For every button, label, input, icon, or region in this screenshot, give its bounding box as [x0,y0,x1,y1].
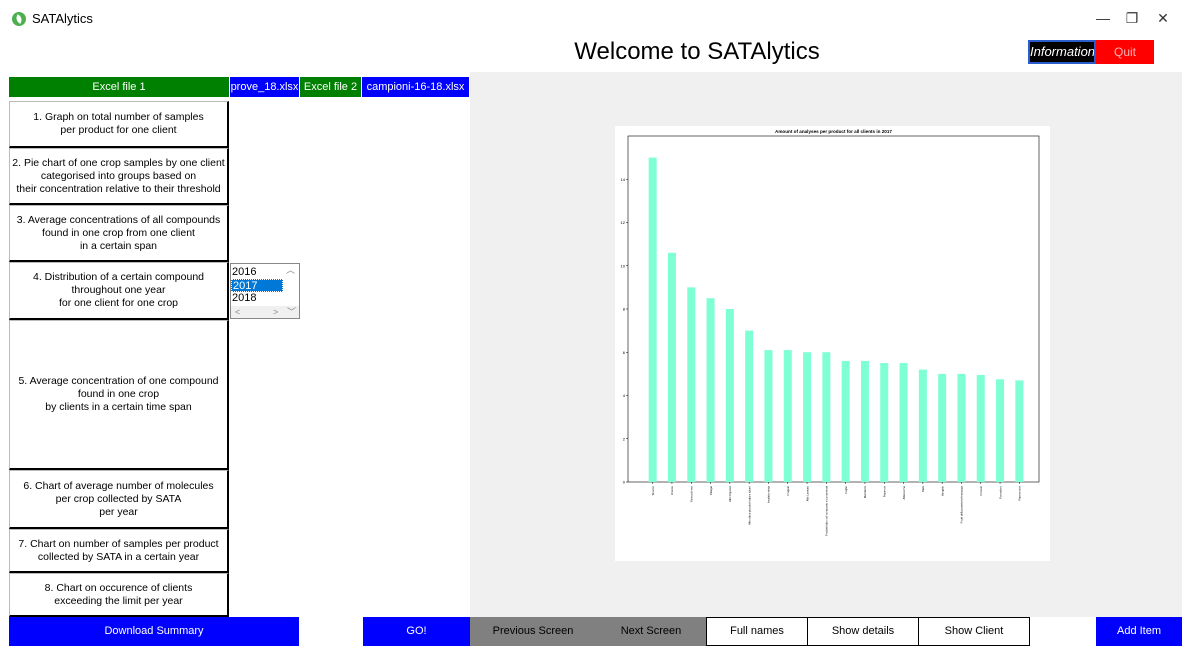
y-tick-label: 12 [621,220,626,225]
bar [996,379,1005,482]
download-summary-button[interactable]: Download Summary [9,617,299,646]
y-tick-label: 14 [621,177,626,182]
year-option[interactable]: 2016 [231,266,283,279]
chart-title: Amount of analyses per product for all c… [775,129,892,134]
excel-file-1-name[interactable]: prove_18.xlsx [230,77,299,97]
previous-screen-button[interactable]: Previous Screen [470,617,596,646]
x-tick-label: Fragole [786,486,790,496]
bar [745,330,754,482]
menu-option-4-button[interactable]: 4. Distribution of a certain compound th… [9,262,229,320]
chart-figure: Amount of analyses per product for all c… [615,126,1050,561]
x-tick-label: Foglie [844,486,848,494]
go-button[interactable]: GO! [363,617,470,646]
bar [783,350,792,482]
x-tick-label: Mandarini [863,486,867,499]
y-tick-label: 2 [623,436,626,441]
information-button[interactable]: Information [1028,40,1096,64]
page-title: Welcome to SATAlytics [574,38,820,65]
bar-chart: Amount of analyses per product for all c… [621,129,1040,536]
x-tick-label: Pomelo [979,486,983,496]
y-tick-label: 4 [623,393,626,398]
x-tick-label: Albicocche [902,486,906,500]
add-item-button[interactable]: Add Item [1096,617,1182,646]
bar [687,287,696,482]
menu-option-5-button[interactable]: 5. Average concentration of one compound… [9,320,229,470]
window-title-bar [0,0,1182,36]
menu-option-1-button[interactable]: 1. Graph on total number of samples per … [9,101,229,148]
excel-file-1-label: Excel file 1 [9,77,229,97]
bar [957,373,966,482]
x-tick-label: Albi ottica piccola frutta e tuberi [747,486,751,525]
scroll-up-icon[interactable]: ︿ [286,264,295,276]
y-tick-label: 8 [623,307,626,312]
excel-file-2-name[interactable]: campioni-16-18.xlsx [362,77,469,97]
x-tick-label: Tarocco [651,486,655,496]
bar [918,369,927,482]
x-tick-label: Peperoni [882,486,886,498]
bar [899,363,908,482]
scroll-right-icon[interactable]: > [273,306,278,318]
menu-option-3-button[interactable]: 3. Average concentrations of all compoun… [9,205,229,262]
next-screen-button[interactable]: Next Screen [596,617,706,646]
bar [764,350,773,482]
bar [706,298,715,482]
menu-option-2-button[interactable]: 2. Pie chart of one crop samples by one … [9,148,229,205]
full-names-button[interactable]: Full names [706,617,808,646]
scroll-down-icon[interactable]: ﹀ [287,306,296,318]
window-title: SATAlytics [32,11,93,26]
close-button[interactable]: ✕ [1150,8,1176,28]
bar [667,252,676,482]
y-tick-label: 6 [623,350,626,355]
listbox-horizontal-scrollbar[interactable]: < > ﹀ [231,306,299,318]
bar [1015,380,1024,482]
year-option[interactable]: 2018 [231,292,283,305]
x-tick-label: Arance [670,486,674,495]
bar [648,157,657,482]
x-tick-label: Vangelo [940,486,944,497]
x-tick-label: Insalata mista [767,486,771,504]
bar [803,352,812,482]
y-tick-label: 10 [621,263,626,268]
y-tick-label: 0 [623,480,626,485]
x-tick-label: Prodotti labo rat' composto e concentrat… [825,486,829,536]
x-tick-label: Albi Organici [728,486,732,502]
bar [860,360,869,482]
quit-button[interactable]: Quit [1096,40,1154,64]
minimize-button[interactable]: — [1090,8,1116,28]
scroll-left-icon[interactable]: < [235,306,240,318]
x-tick-label: Albi Lamiaio [805,486,809,502]
show-details-button[interactable]: Show details [807,617,919,646]
bar [725,309,734,482]
x-tick-label: Ciliegie [709,486,713,496]
year-option-selected[interactable]: 2017 [231,279,283,292]
x-tick-label: Pomodoro [998,486,1002,499]
x-tick-label: Peperoncini [1018,486,1022,501]
excel-file-2-label: Excel file 2 [300,77,361,97]
x-tick-label: Mais [921,485,925,492]
bar [938,373,947,482]
maximize-button[interactable]: ❐ [1119,8,1145,28]
menu-option-7-button[interactable]: 7. Chart on number of samples per produc… [9,529,229,573]
bar [976,374,985,482]
bar [880,363,889,482]
bar [822,352,831,482]
x-tick-label: Farina di riso [689,486,693,503]
listbox-vertical-scrollbar[interactable]: ︿ [283,264,299,306]
x-tick-label: Frutti della passione/maracuja [960,486,964,524]
menu-option-6-button[interactable]: 6. Chart of average number of molecules … [9,470,229,529]
bar [841,360,850,482]
show-client-button[interactable]: Show Client [918,617,1030,646]
menu-option-8-button[interactable]: 8. Chart on occurence of clients exceedi… [9,573,229,617]
app-leaf-icon [12,12,26,26]
